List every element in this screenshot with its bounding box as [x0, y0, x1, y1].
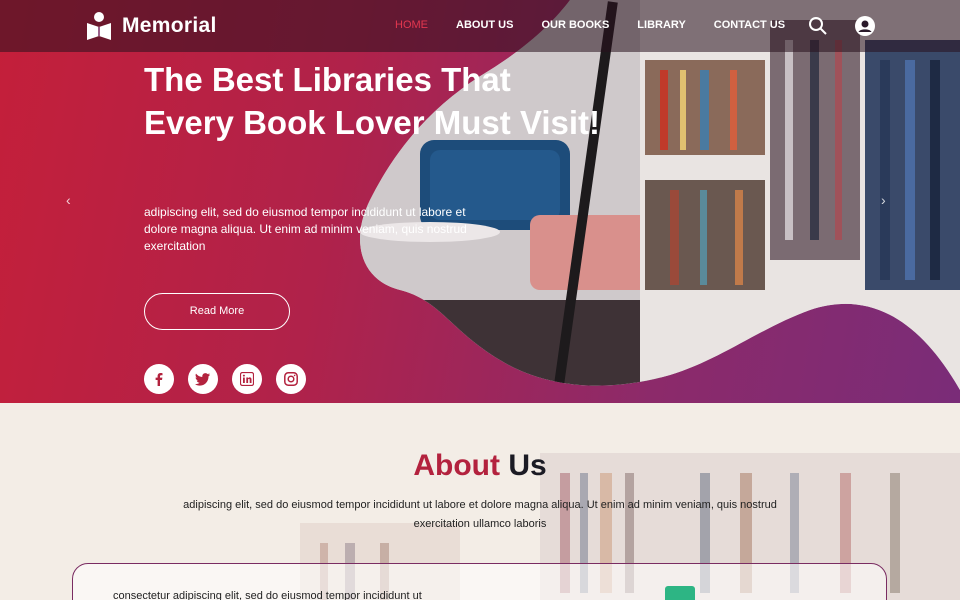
book-reader-icon	[87, 12, 111, 40]
about-description: adipiscing elit, sed do eiusmod tempor i…	[183, 499, 777, 530]
about-title-part2: Us	[508, 449, 547, 482]
nav-our-books[interactable]: OUR BOOKS	[541, 19, 609, 31]
brand-name: Memorial	[122, 14, 217, 37]
read-more-button[interactable]: Read More	[144, 293, 290, 330]
brand-logo[interactable]: Memorial	[84, 10, 217, 42]
nav-library[interactable]: LIBRARY	[637, 19, 685, 31]
facebook-icon[interactable]	[144, 364, 174, 394]
carousel-next-arrow[interactable]: ›	[881, 192, 886, 208]
about-card-text: consectetur adipiscing elit, sed do eius…	[113, 590, 422, 600]
user-icon[interactable]	[855, 16, 875, 36]
search-icon[interactable]	[808, 16, 828, 36]
nav-home[interactable]: HOME	[395, 19, 428, 31]
book-stack-icon	[665, 586, 695, 600]
top-navbar: Memorial HOME ABOUT US OUR BOOKS LIBRARY…	[0, 0, 960, 52]
hero-description: adipiscing elit, sed do eiusmod tempor i…	[144, 205, 467, 253]
about-title-part1: About	[413, 449, 500, 482]
carousel-prev-arrow[interactable]: ‹	[66, 192, 71, 208]
main-nav: HOME ABOUT US OUR BOOKS LIBRARY CONTACT …	[395, 19, 813, 31]
instagram-icon[interactable]	[276, 364, 306, 394]
twitter-icon[interactable]	[188, 364, 218, 394]
nav-about-us[interactable]: ABOUT US	[456, 19, 513, 31]
nav-contact-us[interactable]: CONTACT US	[714, 19, 785, 31]
hero-section: Memorial HOME ABOUT US OUR BOOKS LIBRARY…	[0, 0, 960, 403]
hero-headline: The Best Libraries That Every Book Lover…	[144, 61, 601, 141]
about-title: About Us	[0, 449, 960, 483]
linkedin-icon[interactable]	[232, 364, 262, 394]
social-links	[144, 364, 306, 394]
